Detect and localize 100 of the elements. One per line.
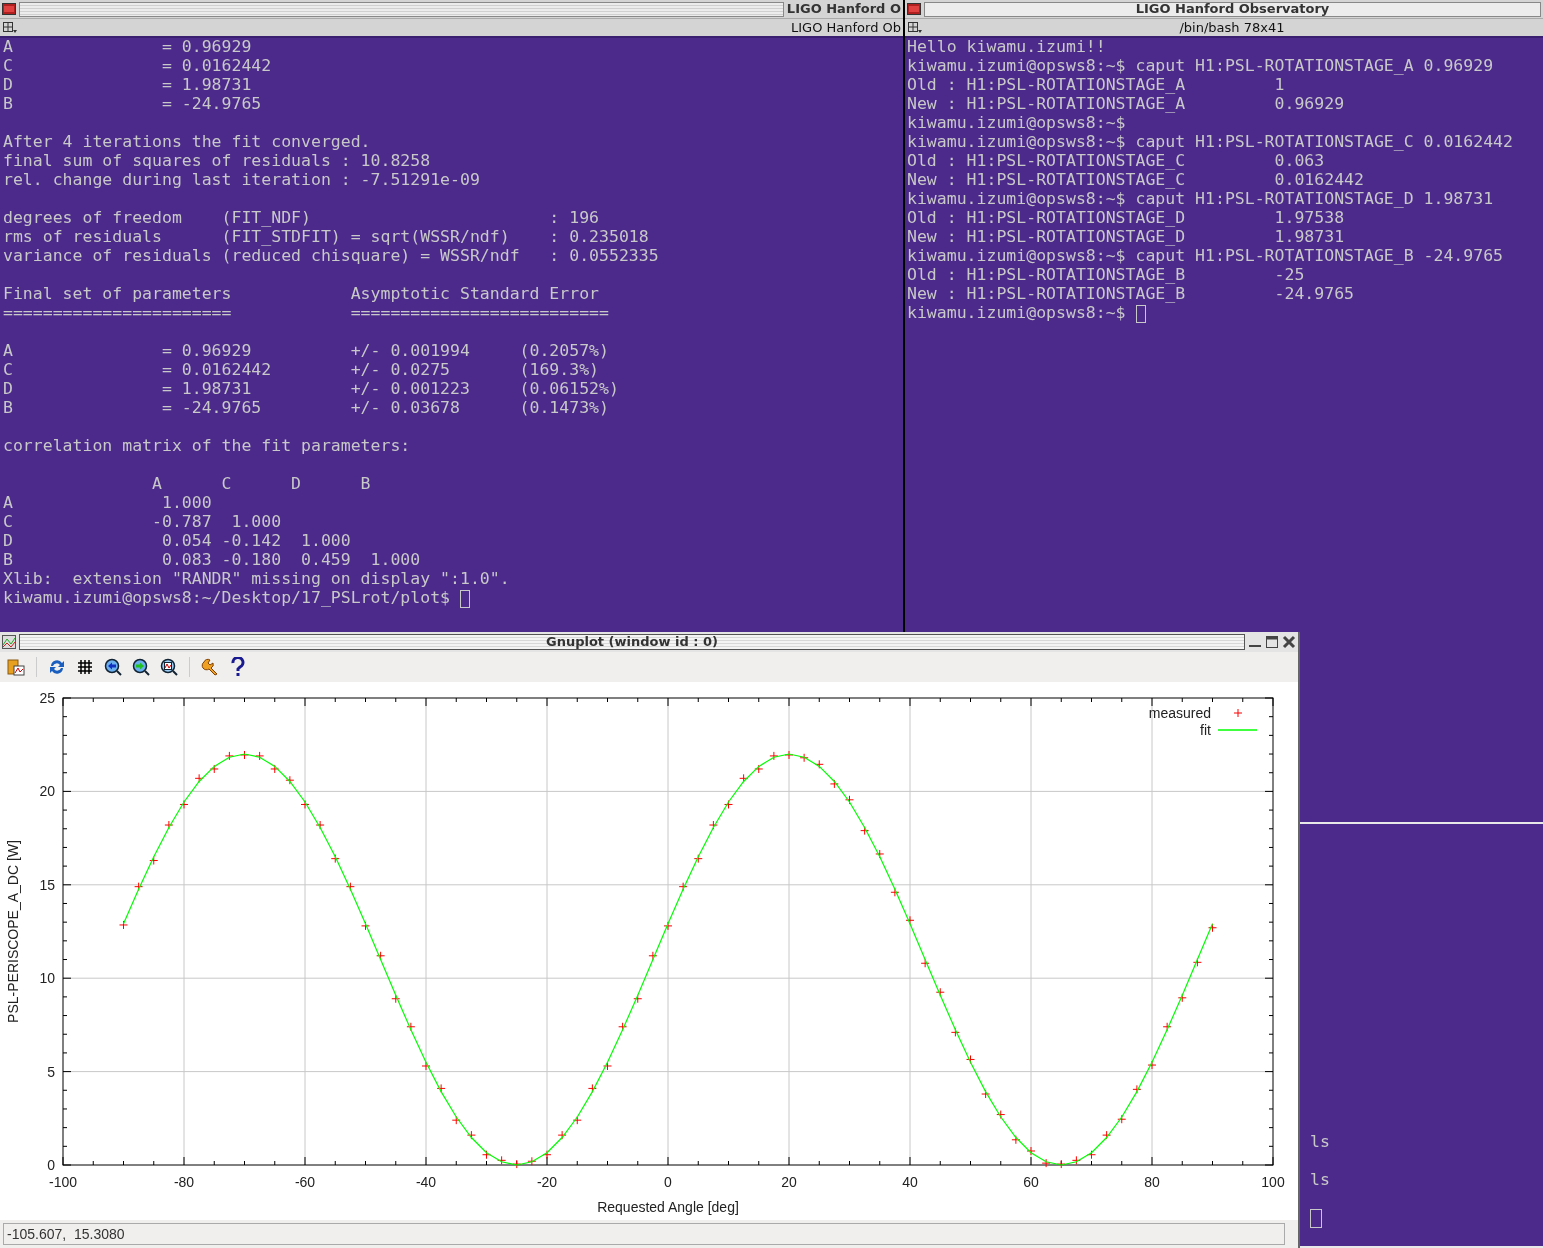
terminal-cursor: [1310, 1209, 1322, 1228]
x-tick-label: -80: [173, 1174, 195, 1190]
data-point-marker: [1102, 1130, 1112, 1140]
window-menu-icon[interactable]: [2, 20, 18, 35]
terminal-cursor: [1135, 304, 1146, 323]
terminal-line: variance of residuals (reduced chisquare) = WSSR/ndf : 0.0552335: [3, 246, 659, 268]
x-tick-label: 80: [1144, 1174, 1160, 1190]
data-point-marker: [603, 1061, 612, 1071]
x-tick-label: -100: [49, 1174, 77, 1190]
data-point-marker: [179, 800, 189, 809]
window-subtitle: LIGO Hanford Ob: [790, 18, 901, 37]
x-tick-label: 40: [902, 1174, 918, 1190]
terminal-line: correlation matrix of the fit parameters:: [3, 435, 411, 458]
data-point-marker: [1056, 1159, 1066, 1169]
data-point-marker: [966, 1054, 975, 1064]
terminal-line: ls: [1310, 1169, 1330, 1192]
data-point-marker: [240, 750, 249, 760]
data-point-marker: [678, 882, 688, 892]
terminal-cursor: [460, 589, 471, 608]
x-tick-label: -60: [294, 1174, 316, 1190]
terminal-line: rms of residuals (FIT_STDFIT) = sqrt(WSSR/ndf) : 0.235018: [3, 227, 649, 249]
data-point-marker: [270, 764, 280, 774]
data-point-marker: [905, 915, 915, 925]
legend-label: fit: [1200, 722, 1211, 738]
data-point-marker: [1087, 1150, 1096, 1160]
window-menu-icon[interactable]: [907, 20, 923, 35]
data-point-marker: [209, 764, 219, 774]
data-point-marker: [935, 987, 945, 997]
data-point-marker: [1041, 1158, 1051, 1168]
data-point-marker: [860, 826, 870, 836]
y-tick-label: 20: [39, 783, 55, 800]
x-tick-label: 100: [1261, 1174, 1285, 1190]
data-point-marker: [164, 820, 174, 830]
data-point-marker: [119, 920, 128, 930]
data-point-marker: [920, 958, 930, 968]
data-point-marker: [648, 951, 658, 961]
close-icon[interactable]: [1282, 635, 1296, 649]
terminal-line: ls: [1310, 1131, 1330, 1154]
y-tick-label: 0: [47, 1157, 55, 1173]
data-point-marker: [1011, 1135, 1021, 1145]
data-point-marker: [1208, 923, 1217, 933]
data-point-marker: [285, 775, 295, 785]
y-tick-label: 15: [39, 876, 55, 893]
data-point-marker: [1177, 993, 1187, 1003]
maximize-icon[interactable]: [1265, 635, 1279, 649]
data-point-marker: [466, 1130, 476, 1140]
data-point-marker: [527, 1156, 537, 1166]
window-title-bar[interactable]: LIGO Hanford Observatory: [924, 1, 1541, 17]
data-point-marker: [1162, 1022, 1172, 1032]
legend-marker: [1233, 708, 1243, 718]
terminal-line: kiwamu.izumi@opsws8:~$ caput H1:PSL-ROTATIONSTAGE_B -24.9765: [907, 246, 1504, 268]
data-point-marker: [633, 994, 643, 1004]
terminal-line: Old : H1:PSL-ROTATIONSTAGE_A 1: [907, 75, 1285, 97]
terminal-line: kiwamu.izumi@opsws8:~$ caput H1:PSL-ROTATIONSTAGE_D 1.98731: [907, 189, 1494, 211]
y-tick-label: 5: [47, 1063, 55, 1080]
data-point-marker: [845, 795, 854, 805]
data-point-marker: [406, 1022, 416, 1032]
terminal-line: Old : H1:PSL-ROTATIONSTAGE_B -25: [907, 265, 1305, 287]
data-point-marker: [784, 750, 794, 760]
data-point-marker: [814, 759, 824, 769]
data-point-marker: [557, 1130, 567, 1140]
terminal-line: Old : H1:PSL-ROTATIONSTAGE_D 1.97538: [907, 208, 1345, 230]
data-point-marker: [421, 1061, 431, 1071]
window-icon[interactable]: [907, 3, 921, 15]
data-point-marker: [1147, 1060, 1157, 1070]
data-point-marker: [224, 751, 234, 761]
data-point-marker: [482, 1150, 491, 1160]
data-point-marker: [1117, 1114, 1127, 1124]
terminal-line: New : H1:PSL-ROTATIONSTAGE_D 1.98731: [907, 227, 1345, 249]
x-tick-label: -40: [415, 1174, 437, 1190]
window-title-bar[interactable]: Gnuplot (window id : 0): [19, 634, 1245, 650]
x-tick-label: 60: [1023, 1174, 1039, 1190]
y-tick-label: 10: [39, 970, 55, 987]
x-tick-label: 20: [781, 1174, 797, 1190]
terminal-line: New : H1:PSL-ROTATIONSTAGE_B -24.9765: [907, 284, 1355, 306]
data-point-marker: [391, 994, 401, 1004]
data-point-marker: [739, 773, 749, 783]
window-icon[interactable]: [2, 3, 16, 15]
terminal-line: New : H1:PSL-ROTATIONSTAGE_A 0.96929: [907, 94, 1345, 116]
data-point-marker: [255, 751, 265, 761]
window-subtitle: /bin/bash 78x41: [1178, 18, 1286, 37]
legend-label: measured: [1148, 705, 1211, 721]
y-axis-label: PSL-PERISCOPE_A_DC [W]: [5, 840, 21, 1023]
x-tick-label: -20: [536, 1174, 558, 1190]
terminal-line: degrees of freedom (FIT_NDF) : 196: [3, 207, 600, 230]
data-point-marker: [587, 1083, 597, 1093]
data-point-marker: [542, 1150, 552, 1160]
data-point-marker: [376, 951, 386, 961]
data-point-marker: [194, 773, 204, 783]
data-point-marker: [149, 856, 159, 865]
window-title: LIGO Hanford O: [786, 0, 901, 19]
data-point-marker: [512, 1159, 522, 1169]
plot-app-icon[interactable]: [2, 635, 16, 649]
data-point-marker: [1132, 1084, 1142, 1094]
data-point-marker: [330, 854, 340, 864]
data-point-marker: [754, 764, 764, 774]
legend-line-sample: [1217, 729, 1258, 731]
status-bar: -105.607, 15.3080: [3, 1223, 1285, 1245]
data-point-marker: [769, 751, 779, 761]
x-axis-label: Requested Angle [deg]: [597, 1199, 739, 1215]
